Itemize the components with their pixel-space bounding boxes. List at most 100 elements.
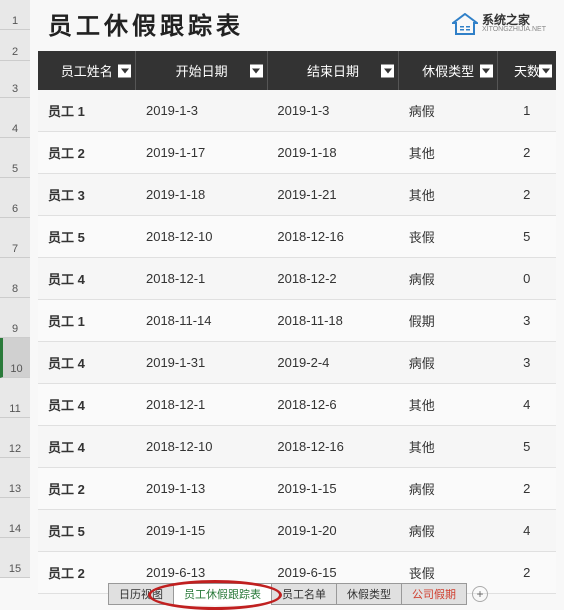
table-row[interactable]: 员工 42018-12-12018-12-2病假0 [38,258,556,300]
row-header-9[interactable]: 9 [0,298,30,338]
cell-type[interactable]: 病假 [399,258,498,300]
cell-name[interactable]: 员工 4 [38,384,136,426]
cell-days[interactable]: 3 [497,342,556,384]
cell-start[interactable]: 2019-1-13 [136,468,267,510]
cell-days[interactable]: 3 [497,300,556,342]
cell-end[interactable]: 2018-12-2 [267,258,398,300]
cell-end[interactable]: 2019-2-4 [267,342,398,384]
cell-name[interactable]: 员工 2 [38,132,136,174]
row-header-2[interactable]: 2 [0,30,30,61]
cell-days[interactable]: 0 [497,258,556,300]
cell-type[interactable]: 病假 [399,510,498,552]
row-header-3[interactable]: 3 [0,61,30,98]
row-header-8[interactable]: 8 [0,258,30,298]
column-header[interactable]: 员工姓名 [38,51,136,90]
cell-name[interactable]: 员工 3 [38,174,136,216]
filter-dropdown-icon[interactable] [539,64,552,77]
table-row[interactable]: 员工 42019-1-312019-2-4病假3 [38,342,556,384]
cell-days[interactable]: 2 [497,174,556,216]
cell-end[interactable]: 2018-11-18 [267,300,398,342]
cell-days[interactable]: 1 [497,90,556,132]
filter-dropdown-icon[interactable] [118,64,131,77]
cell-name[interactable]: 员工 4 [38,342,136,384]
row-header-14[interactable]: 14 [0,498,30,538]
cell-name[interactable]: 员工 1 [38,300,136,342]
add-sheet-button[interactable]: + [472,586,488,602]
table-row[interactable]: 员工 42018-12-12018-12-6其他4 [38,384,556,426]
cell-type[interactable]: 其他 [399,174,498,216]
cell-type[interactable]: 其他 [399,384,498,426]
cell-days[interactable]: 4 [497,384,556,426]
row-header-11[interactable]: 11 [0,378,30,418]
row-header-10[interactable]: 10 [0,338,30,378]
cell-start[interactable]: 2018-12-1 [136,384,267,426]
table-row[interactable]: 员工 12019-1-32019-1-3病假1 [38,90,556,132]
sheet-tab-strip: 日历视图员工休假跟踪表员工名单休假类型公司假期 + [108,584,564,604]
cell-days[interactable]: 5 [497,426,556,468]
filter-dropdown-icon[interactable] [250,64,263,77]
page-title: 员工休假跟踪表 [48,6,244,41]
table-row[interactable]: 员工 42018-12-102018-12-16其他5 [38,426,556,468]
cell-end[interactable]: 2018-12-16 [267,426,398,468]
cell-type[interactable]: 其他 [399,132,498,174]
cell-days[interactable]: 2 [497,132,556,174]
sheet-tab[interactable]: 日历视图 [108,583,174,605]
cell-start[interactable]: 2018-12-1 [136,258,267,300]
table-row[interactable]: 员工 32019-1-182019-1-21其他2 [38,174,556,216]
row-header-4[interactable]: 4 [0,98,30,138]
cell-type[interactable]: 病假 [399,342,498,384]
table-row[interactable]: 员工 22019-1-172019-1-18其他2 [38,132,556,174]
sheet-tab[interactable]: 休假类型 [336,583,402,605]
cell-start[interactable]: 2019-1-3 [136,90,267,132]
cell-name[interactable]: 员工 1 [38,90,136,132]
sheet-tab[interactable]: 公司假期 [401,583,467,605]
row-header-6[interactable]: 6 [0,178,30,218]
cell-start[interactable]: 2019-1-18 [136,174,267,216]
column-header[interactable]: 开始日期 [136,51,267,90]
cell-start[interactable]: 2019-1-31 [136,342,267,384]
table-row[interactable]: 员工 12018-11-142018-11-18假期3 [38,300,556,342]
cell-end[interactable]: 2018-12-6 [267,384,398,426]
column-header[interactable]: 天数 [497,51,556,90]
cell-type[interactable]: 病假 [399,468,498,510]
cell-type[interactable]: 假期 [399,300,498,342]
row-header-12[interactable]: 12 [0,418,30,458]
sheet-tab[interactable]: 员工名单 [271,583,337,605]
cell-name[interactable]: 员工 5 [38,216,136,258]
cell-start[interactable]: 2019-1-15 [136,510,267,552]
cell-type[interactable]: 丧假 [399,216,498,258]
cell-end[interactable]: 2019-1-20 [267,510,398,552]
column-header[interactable]: 结束日期 [267,51,398,90]
cell-days[interactable]: 2 [497,468,556,510]
table-row[interactable]: 员工 22019-1-132019-1-15病假2 [38,468,556,510]
cell-start[interactable]: 2018-12-10 [136,426,267,468]
cell-end[interactable]: 2018-12-16 [267,216,398,258]
cell-days[interactable]: 5 [497,216,556,258]
column-header[interactable]: 休假类型 [399,51,498,90]
cell-name[interactable]: 员工 5 [38,510,136,552]
cell-end[interactable]: 2019-1-21 [267,174,398,216]
filter-dropdown-icon[interactable] [381,64,394,77]
row-header-7[interactable]: 7 [0,218,30,258]
cell-name[interactable]: 员工 2 [38,468,136,510]
row-header-13[interactable]: 13 [0,458,30,498]
cell-start[interactable]: 2018-11-14 [136,300,267,342]
cell-type[interactable]: 其他 [399,426,498,468]
cell-type[interactable]: 病假 [399,90,498,132]
logo-text-cn: 系统之家 [482,14,546,26]
table-row[interactable]: 员工 52019-1-152019-1-20病假4 [38,510,556,552]
row-header-15[interactable]: 15 [0,538,30,578]
row-header-5[interactable]: 5 [0,138,30,178]
cell-end[interactable]: 2019-1-15 [267,468,398,510]
cell-name[interactable]: 员工 4 [38,258,136,300]
table-row[interactable]: 员工 52018-12-102018-12-16丧假5 [38,216,556,258]
cell-start[interactable]: 2019-1-17 [136,132,267,174]
filter-dropdown-icon[interactable] [480,64,493,77]
cell-start[interactable]: 2018-12-10 [136,216,267,258]
row-header-1[interactable]: 1 [0,0,30,30]
sheet-tab[interactable]: 员工休假跟踪表 [173,583,272,605]
cell-end[interactable]: 2019-1-18 [267,132,398,174]
cell-days[interactable]: 4 [497,510,556,552]
cell-name[interactable]: 员工 4 [38,426,136,468]
cell-end[interactable]: 2019-1-3 [267,90,398,132]
